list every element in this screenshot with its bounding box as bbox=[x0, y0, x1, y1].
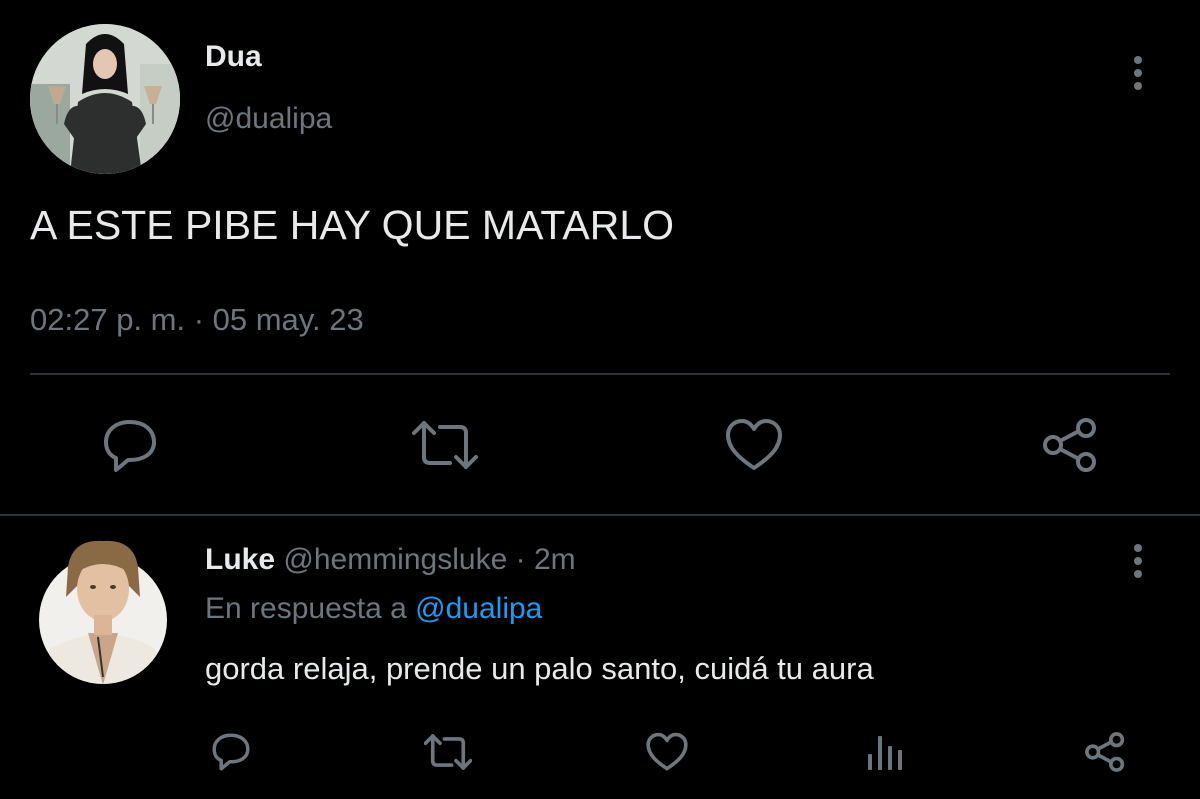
tweet-separator bbox=[0, 514, 1200, 516]
analytics-icon[interactable] bbox=[866, 732, 904, 772]
timestamp[interactable]: 02:27 p. m. · 05 may. 23 bbox=[30, 302, 364, 338]
tweet-text: A ESTE PIBE HAY QUE MATARLO bbox=[30, 202, 675, 248]
display-name[interactable]: Luke bbox=[205, 543, 275, 576]
display-name[interactable]: Dua bbox=[205, 40, 262, 74]
reply-icon[interactable] bbox=[100, 416, 160, 476]
more-vertical-icon[interactable] bbox=[1128, 543, 1148, 581]
handle[interactable]: @hemmingsluke bbox=[283, 543, 507, 576]
retweet-icon[interactable] bbox=[424, 733, 472, 771]
reply-icon[interactable] bbox=[210, 731, 252, 773]
handle[interactable]: @dualipa bbox=[205, 102, 332, 136]
divider bbox=[30, 373, 1170, 375]
avatar[interactable] bbox=[30, 24, 180, 174]
more-vertical-icon[interactable] bbox=[1128, 55, 1148, 93]
avatar[interactable] bbox=[38, 537, 168, 685]
reply-header: Luke @hemmingsluke · 2m bbox=[205, 543, 576, 577]
share-icon[interactable] bbox=[1084, 731, 1126, 773]
heart-icon[interactable] bbox=[725, 418, 783, 472]
heart-icon[interactable] bbox=[646, 732, 688, 772]
share-icon[interactable] bbox=[1041, 417, 1099, 473]
separator-dot: · bbox=[515, 543, 526, 576]
avatar-image bbox=[39, 540, 167, 684]
replying-to: En respuesta a @dualipa bbox=[205, 592, 542, 626]
reply-text: gorda relaja, prende un palo santo, cuid… bbox=[205, 651, 874, 686]
retweet-icon[interactable] bbox=[412, 419, 478, 471]
mention-link[interactable]: @dualipa bbox=[415, 592, 542, 625]
replying-prefix: En respuesta a bbox=[205, 592, 407, 625]
reply-age[interactable]: 2m bbox=[534, 543, 576, 576]
avatar-image bbox=[30, 24, 180, 174]
